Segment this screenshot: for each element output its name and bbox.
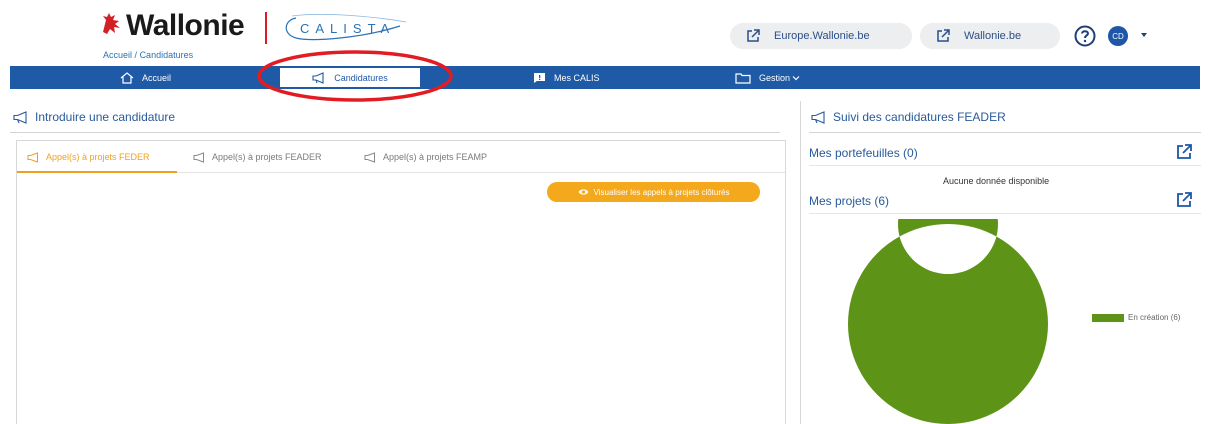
chevron-down-icon bbox=[792, 75, 800, 80]
tab-feamp[interactable]: Appel(s) à projets FEAMP bbox=[364, 141, 487, 173]
megaphone-icon bbox=[364, 151, 375, 163]
projects-heading: Mes projets (6) bbox=[809, 194, 890, 208]
active-tab-indicator bbox=[17, 171, 177, 173]
projects-donut-chart bbox=[847, 219, 1048, 424]
feader-tracking-label: Suivi des candidatures FEADER bbox=[833, 110, 1006, 124]
calls-tab-card: Appel(s) à projets FEDER Appel(s) à proj… bbox=[16, 140, 786, 424]
tab-feder-label: Appel(s) à projets FEDER bbox=[46, 152, 150, 162]
app-header: Wallonie CALISTA Accueil / Candidatures … bbox=[0, 0, 1212, 64]
nav-item-mes-calis[interactable]: Mes CALIS bbox=[533, 66, 600, 89]
introduce-application-title: Introduire une candidature bbox=[13, 110, 175, 124]
wallonie-label: Wallonie.be bbox=[964, 30, 1022, 42]
external-link-icon[interactable] bbox=[1176, 192, 1192, 208]
megaphone-icon bbox=[811, 110, 825, 124]
wallonie-link[interactable]: Wallonie.be bbox=[920, 23, 1060, 49]
portfolios-heading: Mes portefeuilles (0) bbox=[809, 146, 918, 160]
megaphone-icon bbox=[193, 151, 204, 163]
rooster-icon bbox=[103, 13, 120, 34]
breadcrumb-current: Candidatures bbox=[139, 50, 194, 60]
nav-item-gestion[interactable]: Gestion bbox=[735, 66, 800, 89]
main-nav: Accueil Candidatures Mes CALIS Gestion bbox=[10, 66, 1200, 89]
nav-item-accueil[interactable]: Accueil bbox=[120, 66, 171, 89]
divider bbox=[10, 132, 780, 133]
breadcrumb-separator: / bbox=[134, 50, 138, 60]
brand-divider bbox=[265, 12, 267, 44]
message-icon bbox=[534, 72, 545, 83]
calista-text: CALISTA bbox=[300, 21, 396, 36]
europe-wallonie-link[interactable]: Europe.Wallonie.be bbox=[730, 23, 912, 49]
eye-icon bbox=[578, 189, 589, 195]
tab-feader-label: Appel(s) à projets FEADER bbox=[212, 152, 322, 162]
external-link-icon[interactable] bbox=[1176, 144, 1192, 160]
chart-legend: En création (6) bbox=[1092, 313, 1180, 322]
introduce-application-label: Introduire une candidature bbox=[35, 110, 176, 124]
tab-feamp-label: Appel(s) à projets FEAMP bbox=[383, 152, 488, 162]
external-link-icon bbox=[747, 29, 760, 42]
brand-name: Wallonie bbox=[126, 9, 245, 42]
view-closed-calls-label: Visualiser les appels à projets clôturés bbox=[593, 187, 730, 197]
nav-label-gestion: Gestion bbox=[759, 72, 791, 83]
nav-label-accueil: Accueil bbox=[142, 72, 172, 83]
view-closed-calls-button[interactable]: Visualiser les appels à projets clôturés bbox=[547, 182, 760, 202]
calista-logo[interactable]: CALISTA bbox=[282, 14, 412, 42]
no-data-message: Aucune donnée disponible bbox=[943, 176, 1050, 186]
user-avatar[interactable]: CD bbox=[1108, 26, 1128, 46]
divider bbox=[809, 165, 1201, 166]
divider bbox=[809, 213, 1201, 214]
folder-icon bbox=[735, 72, 751, 84]
help-icon[interactable] bbox=[1074, 25, 1096, 47]
app-root: Wallonie CALISTA Accueil / Candidatures … bbox=[0, 0, 1212, 424]
wallonie-logo[interactable]: Wallonie bbox=[100, 9, 250, 44]
external-link-icon bbox=[937, 29, 950, 42]
nav-label-mes-calis: Mes CALIS bbox=[554, 72, 600, 83]
chevron-down-icon[interactable] bbox=[1139, 30, 1149, 40]
feader-tracking-title: Suivi des candidatures FEADER bbox=[811, 110, 1006, 124]
divider bbox=[809, 132, 1201, 133]
europe-wallonie-label: Europe.Wallonie.be bbox=[774, 30, 870, 42]
highlight-ellipse bbox=[257, 50, 453, 102]
breadcrumb: Accueil / Candidatures bbox=[103, 50, 193, 60]
home-icon bbox=[120, 71, 134, 84]
tab-feader[interactable]: Appel(s) à projets FEADER bbox=[193, 141, 322, 173]
legend-swatch bbox=[1092, 313, 1124, 322]
megaphone-icon bbox=[27, 151, 38, 163]
legend-label: En création (6) bbox=[1128, 313, 1181, 322]
calls-tabs: Appel(s) à projets FEDER Appel(s) à proj… bbox=[17, 141, 785, 173]
megaphone-icon bbox=[13, 110, 27, 124]
introduce-application-panel: Introduire une candidature Appel(s) à pr… bbox=[10, 101, 786, 424]
tab-feder[interactable]: Appel(s) à projets FEDER bbox=[27, 141, 150, 173]
feader-tracking-panel: Suivi des candidatures FEADER Mes portef… bbox=[800, 101, 1202, 424]
breadcrumb-home[interactable]: Accueil bbox=[103, 50, 132, 60]
